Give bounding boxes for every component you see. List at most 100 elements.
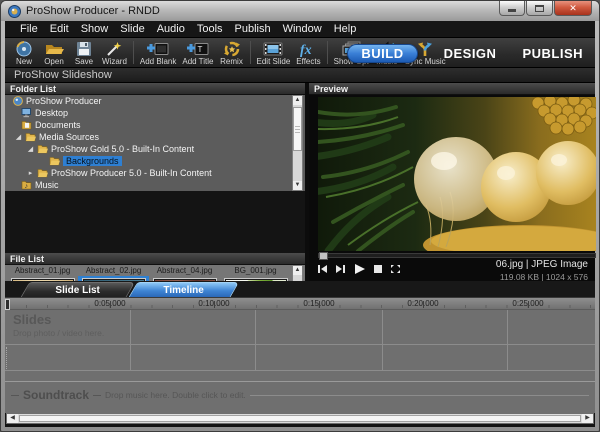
build-mode-button[interactable]: BUILD bbox=[347, 44, 417, 63]
design-mode-button[interactable]: DESIGN bbox=[444, 46, 497, 61]
menu-audio[interactable]: Audio bbox=[151, 23, 191, 35]
soundtrack-dash bbox=[11, 395, 19, 396]
save-button[interactable]: Save bbox=[69, 38, 99, 67]
magic-wand-icon bbox=[105, 40, 123, 57]
file-label[interactable]: Abstract_02.jpg bbox=[78, 266, 149, 275]
slides-track-title: Slides bbox=[13, 312, 51, 327]
soundtrack-top-divider bbox=[5, 381, 595, 382]
open-button[interactable]: Open bbox=[39, 38, 69, 67]
show-title: ProShow Slideshow bbox=[14, 69, 112, 81]
ruler-major-tick bbox=[214, 301, 215, 308]
menu-file[interactable]: File bbox=[14, 23, 44, 35]
expander-expanded-icon[interactable]: ◢ bbox=[27, 145, 34, 153]
menu-window[interactable]: Window bbox=[277, 23, 328, 35]
selected-tree-item-label: Backgrounds bbox=[63, 156, 122, 166]
add-blank-button[interactable]: Add Blank bbox=[137, 38, 179, 67]
tree-item-backgrounds[interactable]: Backgrounds bbox=[5, 155, 305, 167]
soundtrack-centerline bbox=[250, 395, 589, 396]
transport-controls bbox=[317, 263, 401, 275]
menu-show[interactable]: Show bbox=[75, 23, 115, 35]
svg-text:fx: fx bbox=[300, 43, 312, 57]
remix-button[interactable]: Remix bbox=[217, 38, 247, 67]
soundtrack-track[interactable]: Soundtrack Drop music here. Double click… bbox=[11, 388, 589, 402]
preview-file-info: 06.jpg | JPEG Image 119.08 KB | 1024 x 5… bbox=[496, 259, 588, 282]
menu-edit[interactable]: Edit bbox=[44, 23, 75, 35]
fullscreen-icon[interactable] bbox=[390, 264, 401, 274]
folder-tree-scrollbar[interactable]: ▲ ▼ bbox=[292, 95, 303, 191]
toolbar: New Open Save Wizard Add Blank T Add Ti bbox=[5, 38, 595, 68]
fx-icon: fx bbox=[299, 40, 317, 57]
show-title-bar: ProShow Slideshow bbox=[5, 68, 595, 83]
scrollbar-thumb[interactable] bbox=[293, 107, 302, 151]
preview-header: Preview bbox=[309, 83, 595, 95]
remix-icon bbox=[223, 40, 241, 57]
ruler-major-tick bbox=[110, 301, 111, 308]
scroll-left-button[interactable]: ◀ bbox=[7, 414, 18, 423]
skip-start-icon[interactable] bbox=[317, 264, 328, 274]
scroll-up-button[interactable]: ▲ bbox=[293, 96, 302, 105]
tree-item-documents[interactable]: Documents bbox=[5, 119, 305, 131]
slide-cell-divider bbox=[382, 310, 383, 371]
publish-mode-button[interactable]: PUBLISH bbox=[522, 46, 583, 61]
tab-timeline[interactable]: Timeline bbox=[129, 282, 240, 297]
close-button[interactable]: ✕ bbox=[554, 1, 592, 16]
playhead-marker[interactable] bbox=[5, 299, 10, 310]
new-button[interactable]: New bbox=[9, 38, 39, 67]
edit-slide-button[interactable]: Edit Slide bbox=[254, 38, 294, 67]
file-label[interactable]: BG_001.jpg bbox=[220, 266, 291, 275]
tab-slide-list[interactable]: Slide List bbox=[21, 282, 136, 297]
minimize-button[interactable] bbox=[499, 1, 525, 16]
wizard-button[interactable]: Wizard bbox=[99, 38, 130, 67]
desktop-icon bbox=[21, 108, 32, 118]
toolbar-separator bbox=[133, 41, 134, 64]
scroll-up-button[interactable]: ▲ bbox=[293, 266, 302, 275]
close-icon: ✕ bbox=[569, 3, 577, 14]
folder-icon bbox=[37, 168, 48, 178]
effects-button[interactable]: fx Effects bbox=[293, 38, 323, 67]
ruler-major-tick bbox=[423, 301, 424, 308]
expander-expanded-icon[interactable]: ◢ bbox=[15, 133, 22, 141]
folder-tree: ProShow Producer Desktop Documents ◢ Med… bbox=[5, 95, 305, 191]
tree-item-media-sources[interactable]: ◢ Media Sources bbox=[5, 131, 305, 143]
skip-end-icon[interactable] bbox=[335, 264, 346, 274]
menu-tools[interactable]: Tools bbox=[191, 23, 229, 35]
ruler-major-tick bbox=[319, 301, 320, 308]
timeline-horizontal-scrollbar[interactable]: ◀ ▶ bbox=[6, 413, 594, 424]
file-label[interactable]: Abstract_04.jpg bbox=[149, 266, 220, 275]
menu-bar: File Edit Show Slide Audio Tools Publish… bbox=[5, 21, 595, 38]
menu-help[interactable]: Help bbox=[328, 23, 363, 35]
tree-item-desktop[interactable]: Desktop bbox=[5, 107, 305, 119]
file-label[interactable]: Abstract_01.jpg bbox=[7, 266, 78, 275]
menu-publish[interactable]: Publish bbox=[229, 23, 277, 35]
tree-item-proshow-gold-content[interactable]: ◢ ProShow Gold 5.0 - Built-In Content bbox=[5, 143, 305, 155]
film-frame-icon bbox=[263, 40, 283, 57]
minimize-icon bbox=[508, 9, 516, 12]
scroll-right-button[interactable]: ▶ bbox=[582, 414, 593, 423]
tree-item-proshow-producer[interactable]: ProShow Producer bbox=[5, 95, 305, 107]
svg-text:T: T bbox=[197, 45, 202, 54]
menu-slide[interactable]: Slide bbox=[114, 23, 150, 35]
scroll-down-button[interactable]: ▼ bbox=[293, 181, 302, 190]
maximize-button[interactable] bbox=[526, 1, 553, 16]
stop-icon[interactable] bbox=[373, 264, 383, 274]
timeline-ruler[interactable]: 0:05.000 0:10.000 0:15.000 0:20.000 0:25… bbox=[5, 297, 595, 310]
slide-cell-divider bbox=[255, 310, 256, 371]
slide-cell-divider bbox=[130, 310, 131, 371]
preview-scrubber[interactable] bbox=[318, 253, 596, 258]
disc-icon bbox=[14, 40, 34, 57]
tree-item-music[interactable]: ♪ Music bbox=[5, 179, 305, 191]
scrubber-handle[interactable] bbox=[319, 252, 328, 260]
toolbar-separator bbox=[327, 41, 328, 64]
app-icon bbox=[13, 96, 23, 106]
toolbar-separator bbox=[250, 41, 251, 64]
play-icon[interactable] bbox=[353, 263, 366, 275]
scrollbar-thumb[interactable] bbox=[19, 415, 581, 422]
documents-folder-icon bbox=[21, 120, 32, 130]
tree-item-proshow-producer-content[interactable]: ▸ ProShow Producer 5.0 - Built-In Conten… bbox=[5, 167, 305, 179]
music-folder-icon: ♪ bbox=[21, 180, 32, 190]
soundtrack-dash bbox=[93, 395, 101, 396]
view-tabs: Slide List Timeline bbox=[5, 281, 595, 297]
preview-image bbox=[318, 97, 596, 251]
expander-collapsed-icon[interactable]: ▸ bbox=[27, 169, 34, 177]
add-title-button[interactable]: T Add Title bbox=[179, 38, 216, 67]
